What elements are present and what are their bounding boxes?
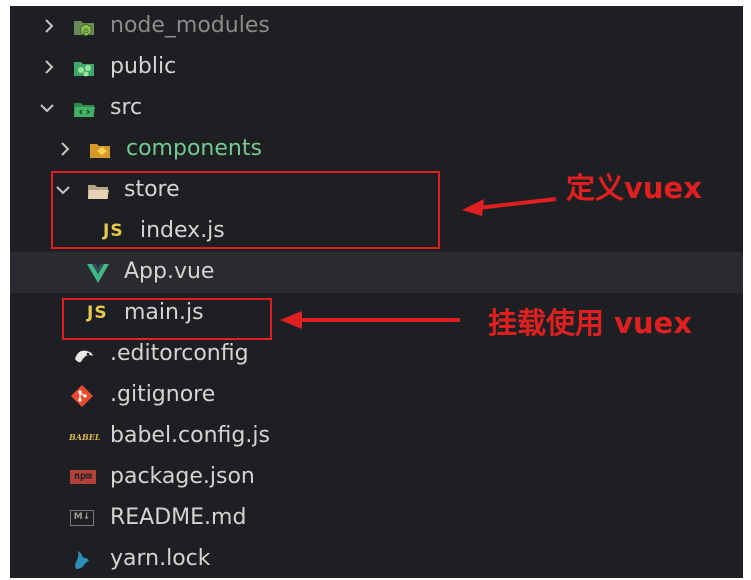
define-vuex-annotation: 定义vuex — [566, 171, 702, 205]
mount-use-vuex-annotation: 挂载使用 vuex — [488, 306, 693, 340]
annotation-arrows — [280, 197, 557, 329]
arrow-icon — [280, 311, 460, 329]
arrow-icon — [462, 197, 557, 216]
